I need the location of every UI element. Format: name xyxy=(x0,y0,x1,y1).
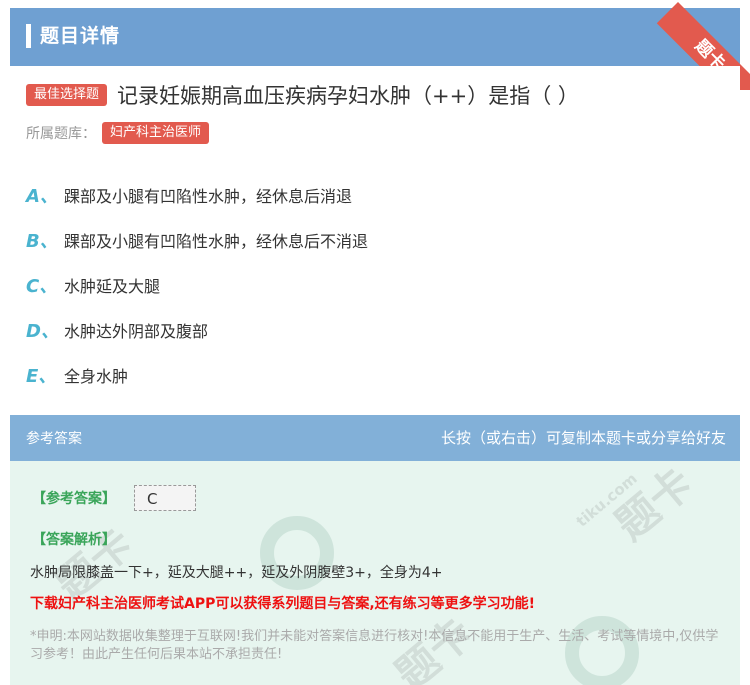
option-text: 踝部及小腿有凹陷性水肿，经休息后不消退 xyxy=(64,231,369,251)
answer-label: 【参考答案】 xyxy=(32,491,116,507)
answer-header: 参考答案 长按（或右击）可复制本题卡或分享给好友 xyxy=(10,415,740,461)
option-e[interactable]: E、 全身水肿 xyxy=(26,352,368,397)
option-text: 踝部及小腿有凹陷性水肿，经休息后消退 xyxy=(64,186,353,206)
question-text: 记录妊娠期高血压疾病孕妇水肿（++）是指（ ） xyxy=(117,84,579,108)
option-d[interactable]: D、 水肿达外阴部及腹部 xyxy=(26,307,368,352)
option-text: 全身水肿 xyxy=(64,366,129,386)
page-title: 题目详情 xyxy=(40,25,121,47)
header-accent xyxy=(26,24,31,48)
option-c[interactable]: C、 水肿延及大腿 xyxy=(26,262,368,307)
share-hint: 长按（或右击）可复制本题卡或分享给好友 xyxy=(440,429,726,447)
question-line: 最佳选择题 记录妊娠期高血压疾病孕妇水肿（++）是指（ ） xyxy=(26,80,579,110)
app-promo-link[interactable]: 下载妇产科主治医师考试APP可以获得系列题目与答案,还有练习等更多学习功能! xyxy=(30,593,535,613)
category-badge[interactable]: 妇产科主治医师 xyxy=(102,122,210,144)
answer-value: C xyxy=(134,485,196,511)
analysis-text: 水肿局限膝盖一下+，延及大腿++，延及外阴腹壁3+，全身为4+ xyxy=(30,565,443,581)
option-letter: B、 xyxy=(26,230,58,252)
category-label: 所属题库： xyxy=(26,126,96,142)
option-b[interactable]: B、 踝部及小腿有凹陷性水肿，经休息后不消退 xyxy=(26,217,368,262)
options-list: A、 踝部及小腿有凹陷性水肿，经休息后消退 B、 踝部及小腿有凹陷性水肿，经休息… xyxy=(26,172,368,397)
header-bar: 题目详情 xyxy=(10,8,740,66)
question-card: 最佳选择题 记录妊娠期高血压疾病孕妇水肿（++）是指（ ） 所属题库： 妇产科主… xyxy=(10,66,740,406)
option-letter: A、 xyxy=(26,185,58,207)
answer-body: 题卡 题卡 题卡 tiku.com 【参考答案】 C 【答案解析】 水肿局限膝盖… xyxy=(10,461,740,685)
option-a[interactable]: A、 踝部及小腿有凹陷性水肿，经休息后消退 xyxy=(26,172,368,217)
category-line: 所属题库： 妇产科主治医师 xyxy=(26,122,210,144)
watermark-text: 题卡 xyxy=(606,461,702,550)
analysis-label: 【答案解析】 xyxy=(32,532,116,548)
option-text: 水肿达外阴部及腹部 xyxy=(64,321,209,341)
option-letter: D、 xyxy=(26,320,59,342)
option-letter: E、 xyxy=(26,365,57,387)
question-type-badge: 最佳选择题 xyxy=(26,84,108,106)
disclaimer-text: *申明:本网站数据收集整理于互联网!我们并未能对答案信息进行核对!本信息不能用于… xyxy=(30,629,719,662)
option-letter: C、 xyxy=(26,275,58,297)
option-text: 水肿延及大腿 xyxy=(64,276,161,296)
answer-section-title: 参考答案 xyxy=(26,431,82,447)
